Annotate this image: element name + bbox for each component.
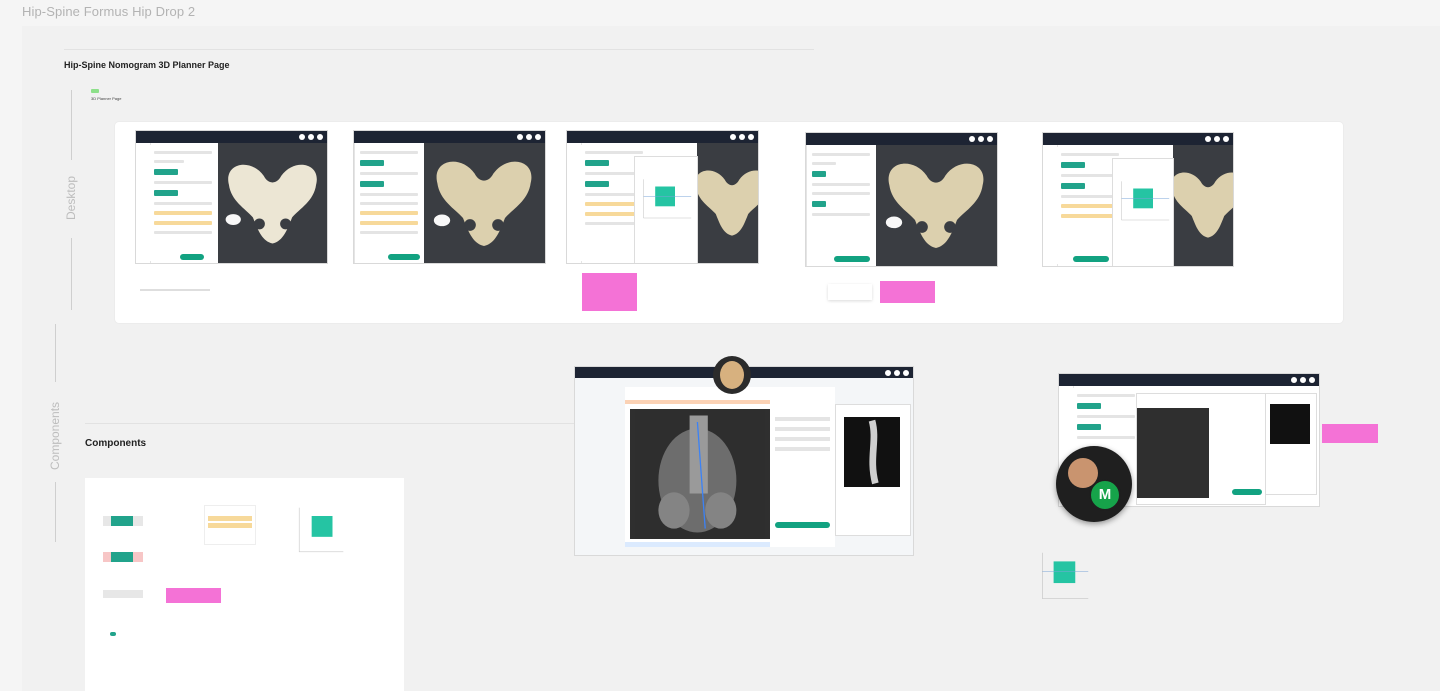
sticky-note[interactable] <box>1322 424 1378 443</box>
pelvis-model-icon <box>1171 172 1233 238</box>
frame-topbar <box>1059 374 1319 386</box>
toggle-on[interactable] <box>110 632 116 636</box>
frame-panel <box>356 145 422 261</box>
frame-caption <box>140 289 210 291</box>
planner-frame-2[interactable] <box>354 131 545 263</box>
frame-sidebar <box>136 143 151 263</box>
components-card[interactable] <box>85 478 404 691</box>
section-heading: Hip-Spine Nomogram 3D Planner Page <box>64 60 230 70</box>
desktop-label: Desktop <box>64 175 78 220</box>
components-bracket-bottom <box>55 482 56 542</box>
sticky-note[interactable] <box>166 588 221 603</box>
components-side-label: Components <box>48 401 62 470</box>
pelvis-model-icon <box>885 163 984 248</box>
xray-image-icon[interactable] <box>630 409 770 539</box>
nomogram-popover[interactable] <box>635 157 697 263</box>
planner-frame-1[interactable] <box>136 131 327 263</box>
info-banner <box>625 542 775 547</box>
warning-banner <box>625 400 775 404</box>
nomogram-chart-icon <box>1042 552 1089 599</box>
components-heading: Components <box>85 438 147 449</box>
frame-sidebar <box>1043 145 1058 266</box>
spine-xray-icon <box>635 409 765 539</box>
frame-topbar <box>136 131 327 143</box>
measurements-panel <box>770 387 835 547</box>
pelvis-model-icon <box>433 161 532 246</box>
collaborator-avatar[interactable]: M <box>1056 446 1132 522</box>
xray-side-popover <box>1266 394 1316 494</box>
xray-image-icon <box>1137 408 1209 498</box>
xray-side-popover[interactable] <box>836 405 910 535</box>
continue-button[interactable] <box>775 522 830 528</box>
confirm-button[interactable] <box>1073 256 1109 262</box>
planner-frame-5[interactable] <box>1043 133 1233 266</box>
confirm-button[interactable] <box>834 256 870 262</box>
components-bracket-top <box>55 324 56 382</box>
planner-frame-3[interactable] <box>567 131 758 263</box>
slider-component[interactable] <box>103 590 143 598</box>
tooltip-card <box>828 284 872 300</box>
section-divider <box>64 49 814 50</box>
confirm-button[interactable] <box>388 254 420 260</box>
sticky-note[interactable] <box>582 273 637 311</box>
3d-viewport[interactable] <box>424 143 545 263</box>
xray-review-frame[interactable] <box>575 367 913 555</box>
pelvis-model-icon <box>695 170 758 236</box>
xray-modal[interactable] <box>1137 394 1265 504</box>
frame-topbar <box>806 133 997 145</box>
frame-panel <box>808 147 874 264</box>
3d-viewport[interactable] <box>695 143 758 263</box>
file-title: Hip-Spine Formus Hip Drop 2 <box>22 4 196 19</box>
frame-topbar <box>567 131 758 143</box>
confirm-button[interactable] <box>1232 489 1262 495</box>
nomogram-popover[interactable] <box>1113 159 1173 266</box>
slider-component-error[interactable] <box>103 552 143 562</box>
nomogram-chart-icon <box>1121 181 1170 221</box>
collaborator-initial: M <box>1089 479 1121 511</box>
3d-viewport[interactable] <box>1171 145 1233 266</box>
result-card <box>205 506 255 544</box>
desktop-bracket-bottom <box>71 238 72 310</box>
pelvis-model-icon <box>225 164 317 244</box>
xray-image-icon <box>844 417 900 487</box>
sticky-note[interactable] <box>880 281 935 303</box>
tag-label: 3D Planner Page <box>91 96 122 101</box>
slider-component[interactable] <box>103 516 143 526</box>
frame-panel <box>150 145 216 261</box>
frame-topbar <box>1043 133 1233 145</box>
frame-topbar <box>354 131 545 143</box>
nomogram-chart-icon <box>298 507 344 553</box>
3d-viewport[interactable] <box>218 143 327 263</box>
nomogram-chart-icon <box>643 179 692 219</box>
planner-frame-4[interactable] <box>806 133 997 266</box>
tag-badge <box>91 89 99 93</box>
3d-viewport[interactable] <box>876 145 997 266</box>
desktop-bracket-top <box>71 90 72 160</box>
frame-sidebar <box>354 143 355 263</box>
confirm-button[interactable] <box>180 254 204 260</box>
frame-sidebar <box>567 143 582 263</box>
avatar-icon[interactable] <box>713 356 751 394</box>
xray-panel <box>625 387 775 547</box>
components-divider <box>85 423 575 424</box>
frame-sidebar <box>806 145 807 266</box>
